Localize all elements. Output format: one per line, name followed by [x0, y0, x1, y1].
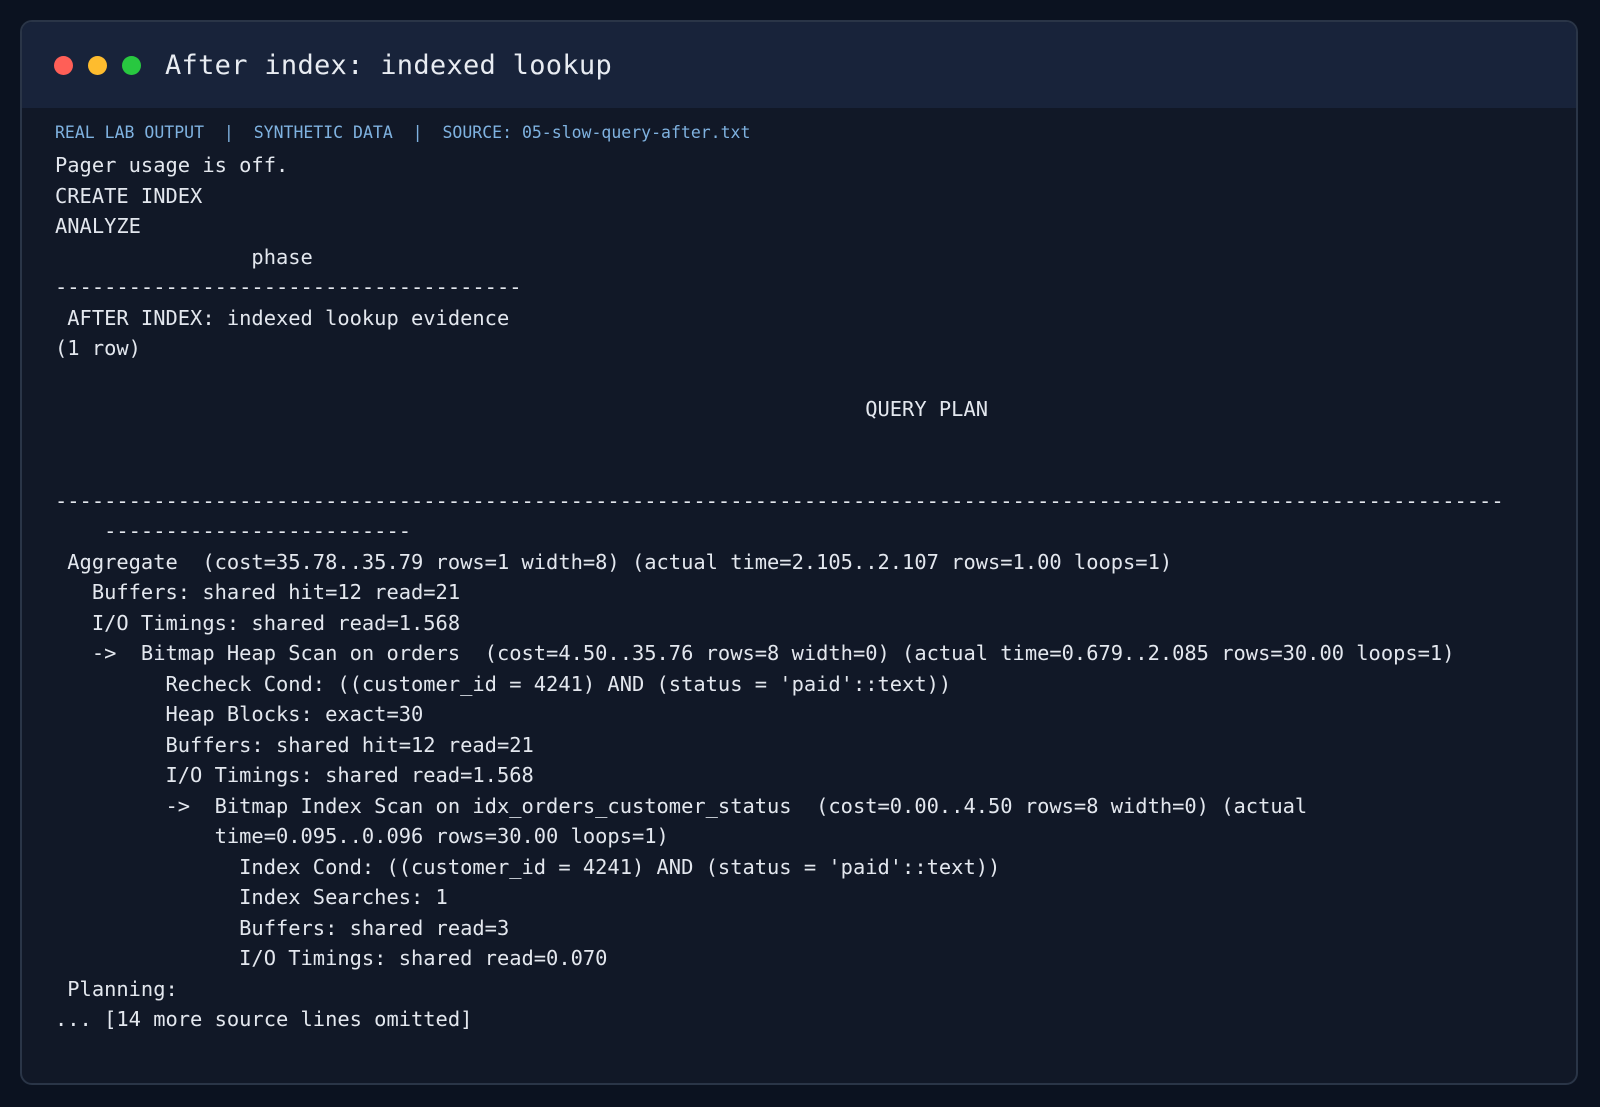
output-line: time=0.095..0.096 rows=30.00 loops=1) — [55, 824, 669, 848]
terminal-content: REAL LAB OUTPUT | SYNTHETIC DATA | SOURC… — [22, 108, 1576, 1035]
output-line: CREATE INDEX — [55, 183, 203, 208]
window-title: After index: indexed lookup — [165, 49, 612, 81]
output-line: Index Cond: ((customer_id = 4241) AND (s… — [55, 854, 1001, 879]
output-line: (1 row) — [55, 336, 141, 360]
banner-separator: | — [223, 123, 234, 142]
source-file-label: SOURCE: 05-slow-query-after.txt — [442, 123, 751, 142]
output-line: Planning: — [55, 976, 178, 1001]
output-line: AFTER INDEX: indexed lookup evidence — [55, 305, 510, 330]
query-output: Pager usage is off. CREATE INDEX ANALYZE p… — [55, 150, 1576, 1035]
output-line: Aggregate (cost=35.78..35.79 rows=1 widt… — [55, 549, 1173, 574]
output-line: Pager usage is off. — [55, 153, 289, 177]
output-line: ... [14 more source lines omitted] — [55, 1007, 473, 1031]
output-line: -> Bitmap Heap Scan on orders (cost=4.50… — [55, 641, 1455, 665]
output-line: I/O Timings: shared read=0.070 — [55, 946, 608, 970]
output-line: QUERY PLAN — [55, 397, 988, 421]
real-lab-output-label: REAL LAB OUTPUT — [55, 123, 205, 142]
output-line: Buffers: shared hit=12 read=21 — [55, 732, 534, 757]
output-line: -> Bitmap Index Scan on idx_orders_custo… — [55, 793, 1308, 818]
output-line: phase — [55, 244, 313, 269]
output-line: I/O Timings: shared read=1.568 — [55, 610, 461, 635]
title-bar: After index: indexed lookup — [22, 22, 1576, 108]
terminal-window: After index: indexed lookup REAL LAB OUT… — [20, 20, 1578, 1085]
output-line: Heap Blocks: exact=30 — [55, 702, 424, 726]
output-line: ----------------------------------------… — [55, 488, 1504, 513]
zoom-dot-icon[interactable] — [122, 55, 141, 75]
close-dot-icon[interactable] — [54, 55, 73, 75]
output-line: I/O Timings: shared read=1.568 — [55, 763, 534, 787]
synthetic-data-label: SYNTHETIC DATA — [253, 123, 393, 142]
banner-separator: | — [412, 123, 423, 142]
output-line: Buffers: shared hit=12 read=21 — [55, 580, 461, 604]
source-banner: REAL LAB OUTPUT | SYNTHETIC DATA | SOURC… — [55, 116, 1576, 150]
minimize-dot-icon[interactable] — [88, 55, 107, 75]
output-line: ------------------------- — [55, 519, 412, 543]
output-line: Buffers: shared read=3 — [55, 915, 510, 940]
output-line: Index Searches: 1 — [55, 885, 448, 909]
output-line: ANALYZE — [55, 214, 141, 238]
output-line: -------------------------------------- — [55, 275, 522, 299]
output-line: Recheck Cond: ((customer_id = 4241) AND … — [55, 671, 952, 696]
